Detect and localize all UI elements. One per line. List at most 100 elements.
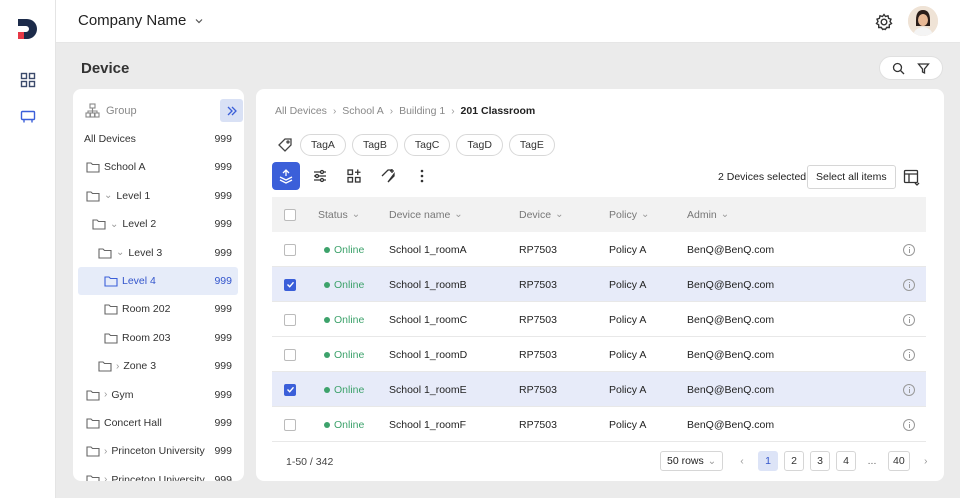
tree-item[interactable]: Concert Hall 999 — [78, 409, 238, 437]
tree-item-content: School A — [86, 161, 145, 173]
row-checkbox[interactable] — [284, 278, 296, 291]
tag-chip[interactable]: TagA — [300, 134, 346, 156]
tree-item-content: Room 203 — [104, 332, 170, 344]
page-button[interactable]: 4 — [836, 451, 856, 471]
row-checkbox[interactable] — [284, 383, 296, 396]
prev-page-button[interactable]: ‹ — [732, 451, 752, 471]
page-button[interactable]: 3 — [810, 451, 830, 471]
table-row[interactable]: Online School 1_roomD RP7503 Policy A BenQ@B… — [272, 337, 926, 372]
chevron-right-icon[interactable]: › — [104, 446, 107, 457]
tree-item[interactable]: ⌄ Level 2 999 — [78, 210, 238, 238]
device-list-panel: All Devices › School A › Building 1 › 20… — [256, 89, 944, 481]
device-cell: RP7503 — [519, 348, 557, 361]
tree-item[interactable]: All Devices 999 — [78, 125, 238, 153]
device-nav-icon[interactable] — [18, 107, 38, 127]
column-header-status[interactable]: Status ⌄ — [318, 197, 360, 232]
more-actions-button[interactable] — [408, 162, 436, 190]
tree-item[interactable]: Room 203 999 — [78, 324, 238, 352]
tag-chip[interactable]: TagD — [456, 134, 503, 156]
group-tree-panel: Group All Devices 999 School A 999 ⌄ Level 1 9… — [73, 89, 244, 481]
tree-item[interactable]: › Gym 999 — [78, 381, 238, 409]
table-header: Status ⌄ Device name ⌄ Device ⌄ Policy ⌄ Adm… — [272, 197, 926, 232]
tree-item-count: 999 — [214, 473, 232, 481]
column-header-device[interactable]: Device ⌄ — [519, 197, 564, 232]
add-tag-button[interactable] — [374, 162, 402, 190]
add-app-button[interactable] — [340, 162, 368, 190]
tree-item-content: ⌄ Level 1 — [86, 190, 150, 202]
settings-sliders-button[interactable] — [306, 162, 334, 190]
dashboard-icon[interactable] — [18, 70, 38, 90]
info-icon[interactable] — [903, 313, 915, 326]
breadcrumb-item[interactable]: School A — [342, 105, 383, 117]
status-dot-icon — [324, 246, 330, 253]
search-icon[interactable] — [892, 62, 905, 75]
tree-item[interactable]: ⌄ Level 1 999 — [78, 182, 238, 210]
chevron-right-icon[interactable]: › — [116, 361, 119, 372]
tag-chip[interactable]: TagC — [403, 134, 451, 156]
gear-icon[interactable] — [874, 12, 894, 32]
tree-item[interactable]: › Zone 3 999 — [78, 352, 238, 380]
table-row[interactable]: Online School 1_roomA RP7503 Policy A BenQ@B… — [272, 232, 926, 267]
tree-item[interactable]: ⌄ Level 3 999 — [78, 239, 238, 267]
tree-item[interactable]: › Princeton University 999 — [78, 437, 238, 465]
avatar[interactable] — [908, 6, 938, 36]
tree-item[interactable]: Level 4 999 — [78, 267, 238, 295]
chevron-down-icon[interactable]: ⌄ — [104, 190, 112, 201]
column-settings-icon[interactable] — [902, 167, 922, 187]
next-page-button[interactable]: › — [916, 451, 936, 471]
rows-per-page-select[interactable]: 50 rows ⌄ — [660, 451, 724, 471]
info-icon[interactable] — [903, 383, 915, 396]
table-row[interactable]: Online School 1_roomC RP7503 Policy A BenQ@B… — [272, 302, 926, 337]
tag-chip[interactable]: TagB — [351, 134, 398, 156]
table-row[interactable]: Online School 1_roomF RP7503 Policy A BenQ@B… — [272, 407, 926, 442]
row-checkbox[interactable] — [284, 243, 296, 256]
info-icon[interactable] — [903, 278, 915, 291]
column-label: Device name — [389, 208, 451, 221]
tree-item[interactable]: › Princeton University 999 — [78, 466, 238, 481]
column-label: Policy — [609, 208, 638, 221]
policy-cell: Policy A — [609, 243, 647, 256]
page-button[interactable]: 1 — [758, 451, 778, 471]
tag-icon[interactable] — [276, 136, 294, 154]
filter-icon[interactable] — [917, 62, 930, 75]
device-cell: RP7503 — [519, 383, 557, 396]
tree-item-count: 999 — [214, 360, 232, 373]
table-row[interactable]: Online School 1_roomB RP7503 Policy A BenQ@B… — [272, 267, 926, 302]
row-checkbox[interactable] — [284, 348, 296, 361]
tree-item[interactable]: School A 999 — [78, 153, 238, 181]
admin-cell: BenQ@BenQ.com — [687, 313, 775, 326]
chevron-down-icon[interactable]: ⌄ — [116, 247, 124, 258]
page-button[interactable]: 2 — [784, 451, 804, 471]
folder-icon — [86, 390, 100, 401]
column-header-admin[interactable]: Admin ⌄ — [687, 197, 729, 232]
row-checkbox[interactable] — [284, 418, 296, 431]
tree-item-content: ⌄ Level 3 — [98, 247, 162, 259]
info-icon[interactable] — [903, 418, 915, 431]
tree-item-content: › Gym — [86, 389, 134, 401]
tree-item[interactable]: Room 202 999 — [78, 295, 238, 323]
tag-chip[interactable]: TagE — [508, 134, 555, 156]
breadcrumb-item[interactable]: All Devices — [275, 105, 327, 117]
table-row[interactable]: Online School 1_roomE RP7503 Policy A BenQ@B… — [272, 372, 926, 407]
status-text: Online — [334, 418, 365, 431]
column-header-policy[interactable]: Policy ⌄ — [609, 197, 649, 232]
select-all-button[interactable]: Select all items — [807, 165, 896, 189]
folder-open-icon — [98, 248, 112, 259]
info-icon[interactable] — [903, 348, 915, 361]
chevron-right-icon[interactable]: › — [104, 474, 107, 481]
deploy-button[interactable] — [272, 162, 300, 190]
column-header-device-name[interactable]: Device name ⌄ — [389, 197, 463, 232]
company-selector[interactable]: Company Name — [78, 12, 204, 29]
breadcrumb-item[interactable]: Building 1 — [399, 105, 445, 117]
admin-cell: BenQ@BenQ.com — [687, 243, 775, 256]
chevron-down-icon[interactable]: ⌄ — [110, 219, 118, 230]
column-label: Device — [519, 208, 552, 221]
admin-cell: BenQ@BenQ.com — [687, 348, 775, 361]
chevron-right-icon[interactable]: › — [104, 389, 107, 400]
select-all-checkbox[interactable] — [284, 208, 296, 221]
tree-item-count: 999 — [214, 189, 232, 202]
info-icon[interactable] — [903, 243, 915, 256]
page-button[interactable]: 40 — [888, 451, 910, 471]
collapse-panel-button[interactable] — [220, 99, 243, 122]
row-checkbox[interactable] — [284, 313, 296, 326]
